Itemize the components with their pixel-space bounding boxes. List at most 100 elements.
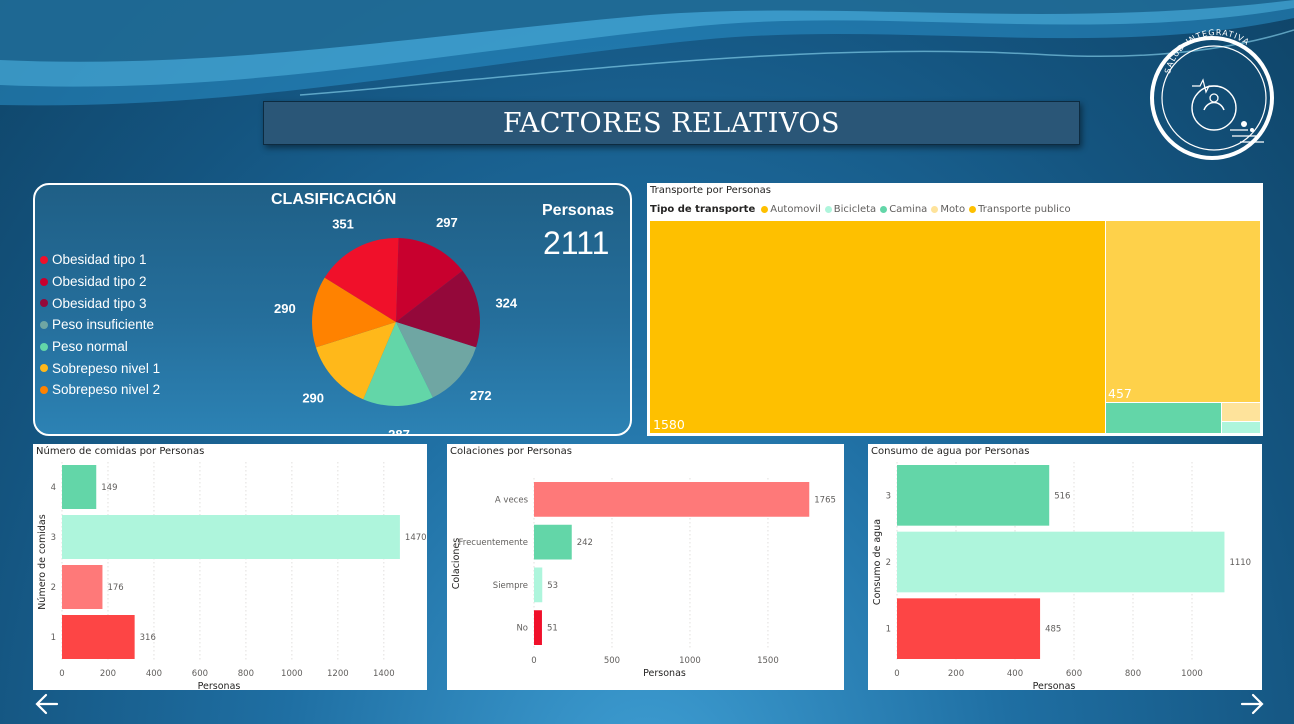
y-category-label: 2 <box>886 558 891 568</box>
x-tick-label: 1000 <box>679 656 701 666</box>
bar-1[interactable] <box>897 598 1041 659</box>
bar-4[interactable] <box>62 465 97 509</box>
y-category-label: 3 <box>886 491 891 501</box>
x-tick-label: 400 <box>146 669 162 679</box>
classification-panel: CLASIFICACIÓN Obesidad tipo 1 Obesidad ti… <box>33 183 632 436</box>
y-category-label: 1 <box>886 625 891 635</box>
x-tick-label: 800 <box>1125 669 1141 679</box>
x-tick-label: 600 <box>1066 669 1082 679</box>
treemap-cell-camina[interactable] <box>1106 403 1221 433</box>
bar-2[interactable] <box>62 565 103 609</box>
treemap-cell-moto[interactable] <box>1222 403 1260 421</box>
meals-bar-chart: 0 200 400 600 800 1000 1200 1400 4 149 3 1470 2 176 1 3… <box>37 462 427 690</box>
x-tick-label: 200 <box>948 669 964 679</box>
pie-data-label: 287 <box>388 427 410 435</box>
pie-data-label: 351 <box>332 216 354 231</box>
x-tick-label: 600 <box>192 669 208 679</box>
bar-3[interactable] <box>897 465 1050 526</box>
y-axis-title: Colaciones <box>451 538 462 589</box>
bar-2[interactable] <box>897 531 1225 593</box>
y-category-label: No <box>516 624 528 634</box>
x-tick-label: 1200 <box>327 669 349 679</box>
pie-data-label: 290 <box>274 301 296 316</box>
bar-frecuentemente[interactable] <box>534 524 572 560</box>
bar-data-label: 1470 <box>405 533 427 543</box>
transport-treemap-card: Transporte por Personas Tipo de transpor… <box>647 183 1263 436</box>
x-tick-label: 800 <box>238 669 254 679</box>
legend-dot-icon <box>880 206 888 213</box>
legend-dot-icon <box>931 206 939 213</box>
transport-legend-label: Automovil <box>770 204 821 215</box>
personas-card-label: Personas <box>542 202 615 219</box>
y-category-label: Frecuentemente <box>458 538 528 548</box>
bar-data-label: 51 <box>547 624 558 634</box>
treemap-cell-bicicleta[interactable] <box>1222 422 1260 433</box>
pie-data-label: 290 <box>302 390 324 405</box>
bar-data-label: 149 <box>101 483 117 493</box>
transport-legend-label: Moto <box>940 204 966 215</box>
x-tick-label: 500 <box>604 656 620 666</box>
bar-data-label: 1110 <box>1229 558 1251 568</box>
x-axis-title: Personas <box>643 668 686 679</box>
legend-dot-icon <box>824 206 832 213</box>
bar-data-label: 242 <box>577 538 593 548</box>
x-tick-label: 1000 <box>1181 669 1203 679</box>
transport-legend-item-transporte-publico[interactable]: Transporte publico <box>969 204 1071 215</box>
bar-no[interactable] <box>534 610 542 645</box>
page-title-box: FACTORES RELATIVOS <box>263 101 1080 145</box>
x-tick-label: 1400 <box>373 669 395 679</box>
treemap-cell-transporte-publico[interactable]: 1580 <box>650 221 1105 433</box>
x-axis-title: Personas <box>198 681 241 690</box>
transport-legend-item-automovil[interactable]: Automovil <box>761 204 821 215</box>
y-category-label: A veces <box>495 495 529 505</box>
legend-dot-icon <box>969 206 977 213</box>
bar-1[interactable] <box>62 615 135 659</box>
page-title: FACTORES RELATIVOS <box>502 107 841 139</box>
y-axis-title: Consumo de agua <box>872 519 883 605</box>
personas-card-value: 2111 <box>543 225 610 261</box>
treemap-value-automovil: 457 <box>1108 386 1132 401</box>
transport-legend-item-bicicleta[interactable]: Bicicleta <box>824 204 877 215</box>
bar-data-label: 176 <box>107 583 123 593</box>
pie-data-label: 324 <box>495 296 517 311</box>
snacks-chart-card: Colaciones por Personas 0 500 1000 1500 A ve… <box>447 444 844 690</box>
pie-data-label: 297 <box>436 215 458 230</box>
bar-data-label: 516 <box>1054 491 1070 501</box>
x-tick-label: 200 <box>100 669 116 679</box>
meals-chart-card: Número de comidas por Personas 0 200 400 60… <box>33 444 427 690</box>
x-tick-label: 400 <box>1007 669 1023 679</box>
transport-legend-title: Tipo de transporte <box>650 204 756 215</box>
transport-legend-item-moto[interactable]: Moto <box>931 204 965 215</box>
transport-legend-label: Camina <box>889 204 928 215</box>
y-category-label: 2 <box>51 583 56 593</box>
pie-data-label: 272 <box>470 388 492 403</box>
bar-siempre[interactable] <box>534 567 543 603</box>
bar-data-label: 53 <box>547 581 558 591</box>
next-page-arrow-icon[interactable] <box>1237 690 1267 718</box>
water-bar-chart: 0 200 400 600 800 1000 3 516 2 1110 1 485 Personas Co… <box>872 462 1251 690</box>
previous-page-arrow-icon[interactable] <box>33 690 63 718</box>
bar-data-label: 316 <box>140 633 156 643</box>
water-chart-card: Consumo de agua por Personas 0 200 400 600 8… <box>868 444 1262 690</box>
y-category-label: Siempre <box>493 581 528 591</box>
bar-3[interactable] <box>62 515 400 559</box>
y-axis-title: Número de comidas <box>37 514 48 609</box>
x-tick-label: 1000 <box>281 669 303 679</box>
treemap-value-transporte-publico: 1580 <box>653 417 685 432</box>
bar-data-label: 1765 <box>814 495 836 505</box>
y-category-label: 1 <box>51 633 56 643</box>
bar-a-veces[interactable] <box>534 482 810 517</box>
bar-data-label: 485 <box>1045 625 1061 635</box>
transport-legend-label: Bicicleta <box>833 204 877 215</box>
legend-dot-icon <box>761 206 769 213</box>
y-category-label: 4 <box>51 483 56 493</box>
x-axis-title: Personas <box>1033 681 1076 690</box>
x-tick-label: 0 <box>894 669 899 679</box>
x-tick-label: 0 <box>531 656 536 666</box>
classification-pie-chart: 297 324 272 287 290 290 351 <box>274 215 518 435</box>
x-tick-label: 0 <box>59 669 64 679</box>
transport-legend: Tipo de transporte Automovil Bicicleta Cam… <box>650 204 1075 215</box>
transport-legend-item-camina[interactable]: Camina <box>880 204 927 215</box>
treemap-cell-automovil[interactable]: 457 <box>1106 221 1260 402</box>
snacks-bar-chart: 0 500 1000 1500 A veces 1765 Frecuentemente 242… <box>451 478 836 679</box>
